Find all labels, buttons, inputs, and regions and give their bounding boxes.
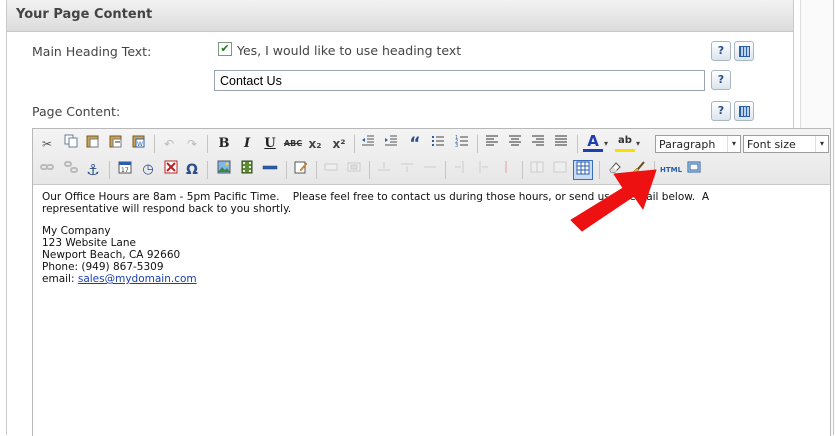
right-border-line bbox=[833, 0, 834, 435]
delete-row-icon[interactable] bbox=[420, 160, 440, 180]
anchor-icon[interactable]: ⚓ bbox=[83, 160, 103, 180]
heading-input-help-button[interactable]: ? bbox=[711, 70, 731, 90]
bold-button[interactable]: B bbox=[214, 134, 234, 154]
email-line: email: sales@mydomain.com bbox=[42, 273, 772, 285]
page-content-label: Page Content: bbox=[32, 104, 121, 119]
paste-word-icon[interactable]: W bbox=[129, 134, 149, 154]
content-help-button[interactable]: ? bbox=[711, 101, 731, 121]
fullscreen-icon[interactable] bbox=[684, 160, 704, 180]
svg-text:17: 17 bbox=[121, 167, 129, 174]
split-cells-icon[interactable] bbox=[527, 160, 547, 180]
subscript-button[interactable]: x₂ bbox=[305, 134, 325, 154]
heading-help-button[interactable]: ? bbox=[711, 41, 731, 61]
heading-options-button[interactable] bbox=[734, 41, 754, 61]
italic-button[interactable]: I bbox=[237, 134, 257, 154]
chevron-down-icon: ▾ bbox=[815, 136, 828, 152]
cut-icon[interactable]: ✂ bbox=[37, 134, 57, 154]
toolbar-separator bbox=[154, 135, 155, 153]
address-line: Newport Beach, CA 92660 bbox=[42, 249, 181, 261]
insert-image-icon[interactable] bbox=[214, 160, 234, 180]
address-line: Phone: (949) 867-5309 bbox=[42, 261, 164, 273]
insert-media-icon[interactable] bbox=[237, 160, 257, 180]
toolbar-separator bbox=[522, 161, 523, 179]
rich-text-editor: ✂ W ↶ ↷ B I U ABC x₂ x² “ 123 A ▾ ab ▾ P… bbox=[32, 128, 831, 436]
superscript-button[interactable]: x² bbox=[329, 134, 349, 154]
font-size-select[interactable]: Font size ▾ bbox=[743, 135, 829, 153]
bullet-list-icon[interactable] bbox=[428, 134, 448, 154]
insert-row-before-icon[interactable] bbox=[374, 160, 394, 180]
email-link[interactable]: sales@mydomain.com bbox=[78, 273, 197, 285]
insert-date-icon[interactable]: 17 bbox=[115, 160, 135, 180]
unlink-icon[interactable] bbox=[61, 160, 81, 180]
align-left-icon[interactable] bbox=[482, 134, 502, 154]
toolbar-separator bbox=[477, 135, 478, 153]
remove-format-icon[interactable] bbox=[161, 160, 181, 180]
table-cell-props-icon[interactable] bbox=[344, 160, 364, 180]
toolbar-separator bbox=[207, 135, 208, 153]
use-heading-checkbox[interactable]: ✔ bbox=[218, 42, 232, 56]
toolbar-separator bbox=[109, 161, 110, 179]
horizontal-rule-icon[interactable] bbox=[260, 160, 280, 180]
panel-title: Your Page Content bbox=[16, 7, 153, 22]
insert-col-after-icon[interactable] bbox=[473, 160, 493, 180]
toolbar-separator bbox=[316, 161, 317, 179]
edit-css-icon[interactable] bbox=[291, 160, 311, 180]
link-icon[interactable] bbox=[37, 160, 57, 180]
copy-icon[interactable] bbox=[61, 134, 81, 154]
special-character-icon[interactable]: Ω bbox=[182, 160, 202, 180]
toolbar-separator bbox=[354, 135, 355, 153]
insert-time-icon[interactable]: ◷ bbox=[138, 160, 158, 180]
toolbar-separator bbox=[207, 161, 208, 179]
underline-button[interactable]: U bbox=[260, 134, 280, 154]
editor-toolbar: ✂ W ↶ ↷ B I U ABC x₂ x² “ 123 A ▾ ab ▾ P… bbox=[33, 129, 830, 185]
delete-col-icon[interactable] bbox=[496, 160, 516, 180]
toolbar-separator bbox=[445, 161, 446, 179]
heading-text-input[interactable] bbox=[214, 70, 705, 91]
indent-icon[interactable] bbox=[381, 134, 401, 154]
toolbar-separator bbox=[369, 161, 370, 179]
align-right-icon[interactable] bbox=[528, 134, 548, 154]
svg-text:3: 3 bbox=[455, 143, 458, 148]
redo-icon[interactable]: ↷ bbox=[182, 134, 202, 154]
main-heading-label: Main Heading Text: bbox=[32, 44, 152, 59]
align-center-icon[interactable] bbox=[505, 134, 525, 154]
paste-text-icon[interactable] bbox=[106, 134, 126, 154]
font-size-value: Font size bbox=[747, 138, 796, 151]
insert-col-before-icon[interactable] bbox=[450, 160, 470, 180]
undo-icon[interactable]: ↶ bbox=[159, 134, 179, 154]
numbered-list-icon[interactable]: 123 bbox=[452, 134, 472, 154]
paste-icon[interactable] bbox=[83, 134, 103, 154]
strikethrough-button[interactable]: ABC bbox=[283, 134, 303, 154]
content-options-button[interactable] bbox=[734, 101, 754, 121]
svg-text:W: W bbox=[137, 141, 143, 148]
outdent-icon[interactable] bbox=[358, 134, 378, 154]
red-pointer-arrow-icon bbox=[570, 169, 657, 232]
email-prefix: email: bbox=[42, 273, 78, 285]
panel-header: Your Page Content bbox=[7, 0, 793, 32]
blockquote-icon[interactable]: “ bbox=[405, 134, 425, 154]
use-heading-checkbox-label[interactable]: Yes, I would like to use heading text bbox=[237, 43, 461, 58]
table-row-props-icon[interactable] bbox=[321, 160, 341, 180]
toolbar-separator bbox=[286, 161, 287, 179]
insert-row-after-icon[interactable] bbox=[397, 160, 417, 180]
chevron-down-icon: ▾ bbox=[727, 136, 740, 152]
